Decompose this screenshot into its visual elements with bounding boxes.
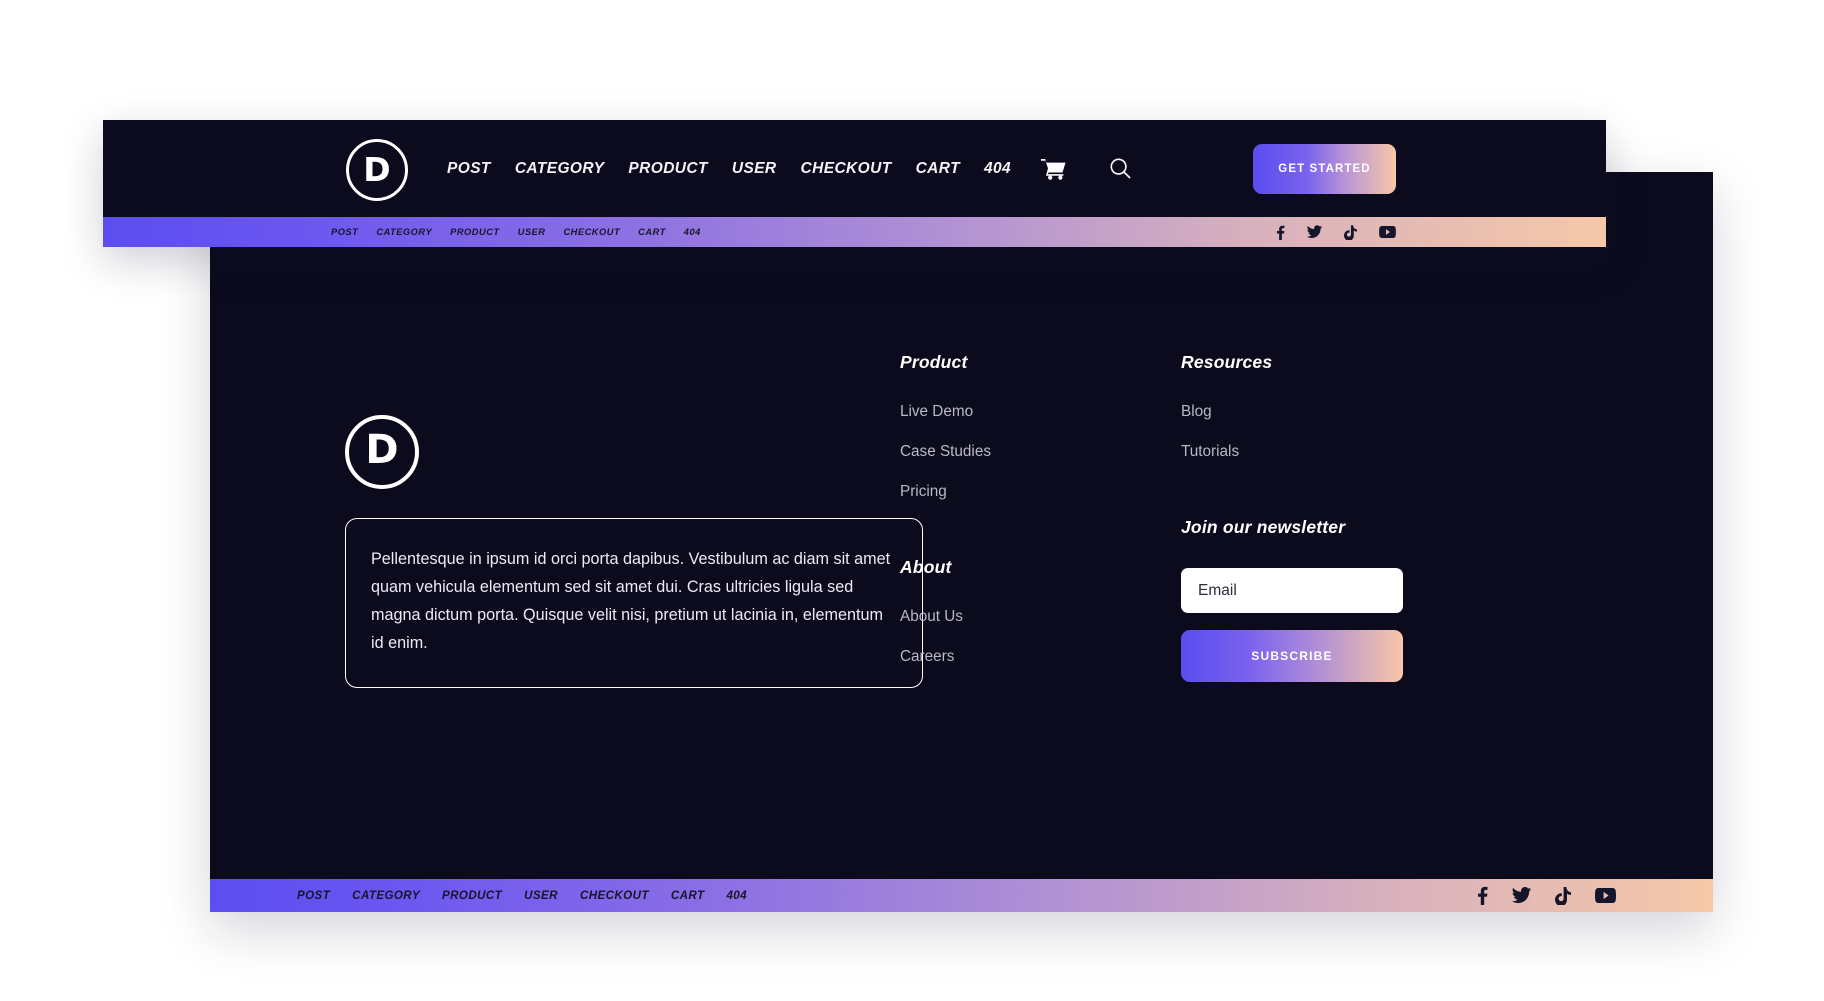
- footer-bottom-nav-post[interactable]: POST: [297, 889, 330, 902]
- header-gradient-nav-bar: POST CATEGORY PRODUCT USER CHECKOUT CART…: [103, 217, 1606, 247]
- gnav-item-category[interactable]: CATEGORY: [376, 227, 432, 237]
- nav-item-product[interactable]: PRODUCT: [628, 160, 707, 178]
- header-gradient-social: [1276, 224, 1396, 240]
- footer-bottom-social: [1477, 886, 1616, 905]
- about-heading: About: [900, 557, 952, 577]
- page-canvas: D Pellentesque in ipsum id orci porta da…: [0, 0, 1824, 1001]
- footer-bottom-nav-category[interactable]: CATEGORY: [352, 889, 420, 902]
- footer-column-resources: Resources Blog Tutorials Join our newsle…: [1181, 352, 1461, 682]
- resources-heading: Resources: [1181, 352, 1273, 372]
- footer-bottom-nav: POST CATEGORY PRODUCT USER CHECKOUT CART…: [297, 889, 747, 902]
- footer-column-product: Product Live Demo Case Studies Pricing A…: [900, 352, 1150, 688]
- newsletter-heading: Join our newsletter: [1181, 517, 1346, 537]
- footer-bottom-nav-user[interactable]: USER: [524, 889, 558, 902]
- tiktok-icon[interactable]: [1344, 224, 1357, 240]
- gnav-item-checkout[interactable]: CHECKOUT: [563, 227, 620, 237]
- gnav-item-post[interactable]: POST: [331, 227, 358, 237]
- facebook-icon[interactable]: [1477, 886, 1488, 905]
- gnav-item-cart[interactable]: CART: [638, 227, 666, 237]
- twitter-icon[interactable]: [1307, 225, 1322, 239]
- gnav-item-product[interactable]: PRODUCT: [450, 227, 499, 237]
- gnav-item-user[interactable]: USER: [518, 227, 546, 237]
- footer-logo-letter: D: [365, 427, 399, 473]
- facebook-icon[interactable]: [1276, 225, 1285, 240]
- footer-divi-logo-icon: D: [345, 415, 419, 489]
- youtube-icon[interactable]: [1379, 226, 1396, 238]
- nav-item-user[interactable]: USER: [732, 160, 777, 178]
- divi-logo-icon[interactable]: D: [346, 139, 408, 201]
- footer-blurb-box: Pellentesque in ipsum id orci porta dapi…: [345, 518, 923, 688]
- gnav-item-404[interactable]: 404: [684, 227, 701, 237]
- header-nav: POST CATEGORY PRODUCT USER CHECKOUT CART…: [447, 120, 1131, 217]
- header-main-bar: D POST CATEGORY PRODUCT USER CHECKOUT CA…: [103, 120, 1606, 217]
- nav-item-404[interactable]: 404: [984, 160, 1011, 178]
- nav-item-cart[interactable]: CART: [916, 160, 960, 178]
- tiktok-icon[interactable]: [1555, 886, 1571, 905]
- footer-link-tutorials[interactable]: Tutorials: [1181, 443, 1461, 461]
- footer-blurb-text: Pellentesque in ipsum id orci porta dapi…: [371, 550, 891, 652]
- footer-bottom-bar: POST CATEGORY PRODUCT USER CHECKOUT CART…: [210, 879, 1713, 912]
- youtube-icon[interactable]: [1595, 888, 1616, 903]
- nav-item-post[interactable]: POST: [447, 160, 491, 178]
- footer-link-about-us[interactable]: About Us: [900, 608, 1150, 626]
- shopping-cart-icon[interactable]: [1041, 158, 1066, 180]
- subscribe-button[interactable]: SUBSCRIBE: [1181, 630, 1403, 682]
- search-icon[interactable]: [1110, 158, 1131, 179]
- get-started-button[interactable]: GET STARTED: [1253, 144, 1396, 194]
- nav-item-checkout[interactable]: CHECKOUT: [801, 160, 892, 178]
- footer-bottom-nav-404[interactable]: 404: [726, 889, 747, 902]
- header-gradient-nav: POST CATEGORY PRODUCT USER CHECKOUT CART…: [331, 227, 701, 237]
- footer-content: D Pellentesque in ipsum id orci porta da…: [210, 172, 1713, 879]
- footer-bottom-nav-cart[interactable]: CART: [671, 889, 705, 902]
- footer-link-blog[interactable]: Blog: [1181, 403, 1461, 421]
- twitter-icon[interactable]: [1512, 887, 1531, 904]
- product-heading: Product: [900, 352, 968, 372]
- newsletter-email-input[interactable]: [1181, 568, 1403, 613]
- footer-preview-window: D Pellentesque in ipsum id orci porta da…: [210, 172, 1713, 912]
- footer-link-live-demo[interactable]: Live Demo: [900, 403, 1150, 421]
- footer-link-careers[interactable]: Careers: [900, 648, 1150, 666]
- nav-item-category[interactable]: CATEGORY: [515, 160, 605, 178]
- footer-link-pricing[interactable]: Pricing: [900, 483, 1150, 501]
- footer-bottom-nav-checkout[interactable]: CHECKOUT: [580, 889, 649, 902]
- footer-bottom-nav-product[interactable]: PRODUCT: [442, 889, 502, 902]
- header-preview-window: D POST CATEGORY PRODUCT USER CHECKOUT CA…: [103, 120, 1606, 247]
- header-logo-letter: D: [363, 149, 391, 189]
- footer-link-case-studies[interactable]: Case Studies: [900, 443, 1150, 461]
